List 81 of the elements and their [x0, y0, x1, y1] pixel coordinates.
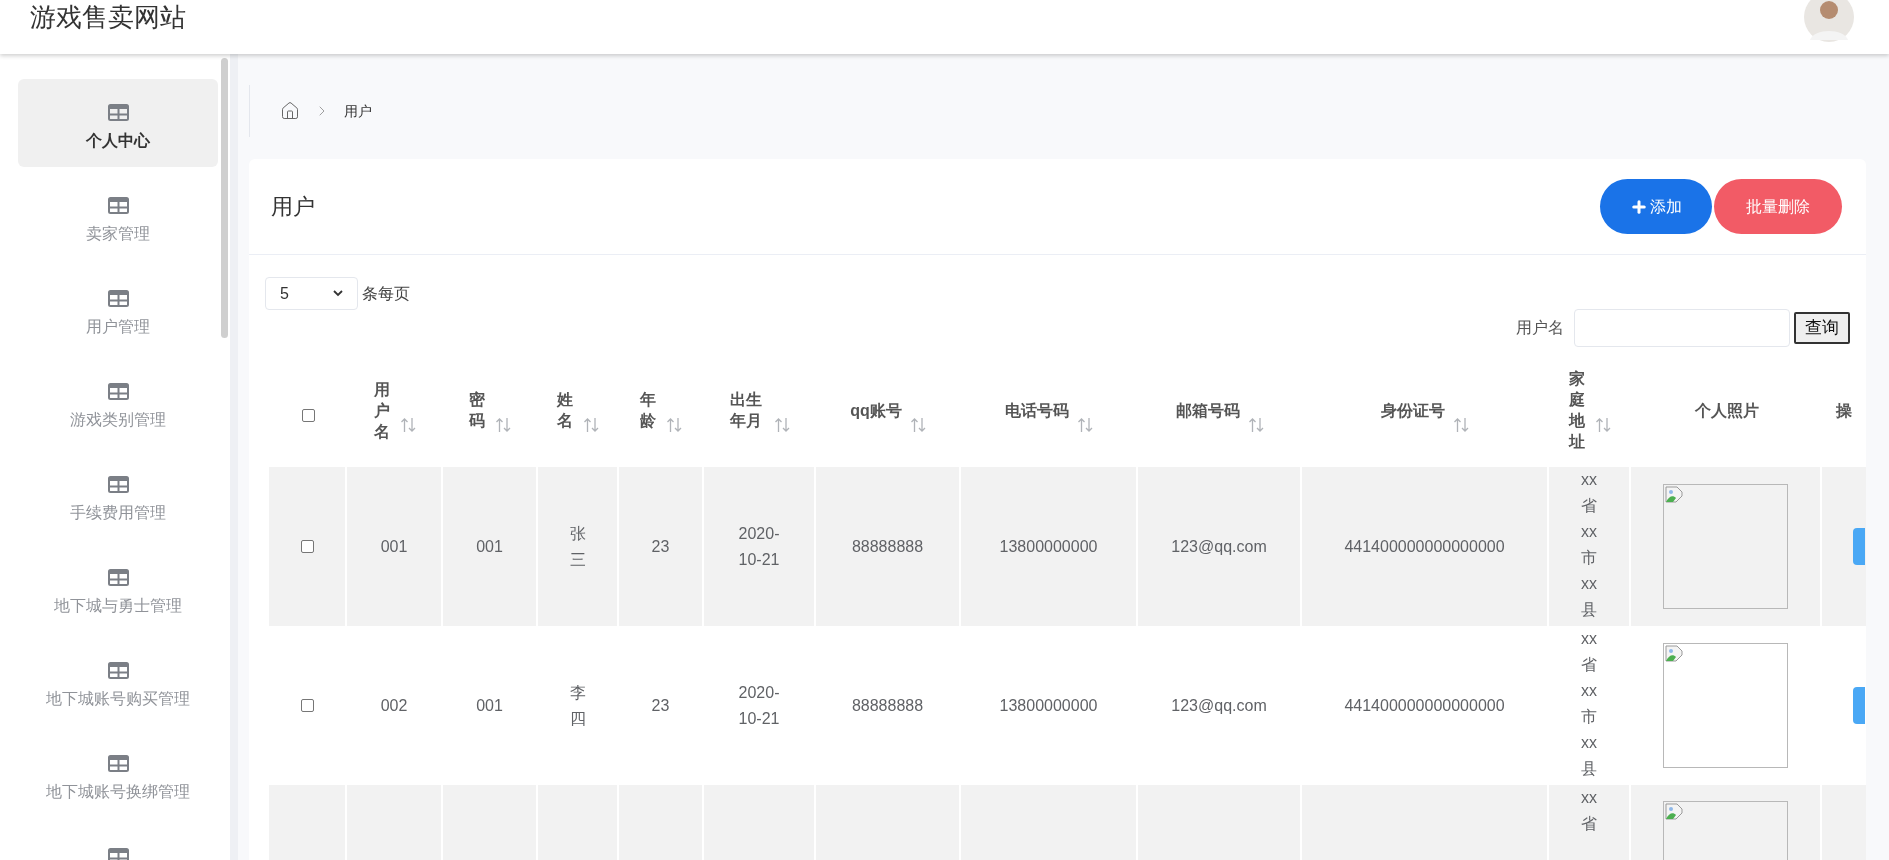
sidebar-item[interactable]: 地下城账号换绑管理: [18, 730, 218, 818]
batch-delete-button[interactable]: 批量删除: [1714, 179, 1842, 234]
checkbox[interactable]: [300, 699, 314, 712]
table-icon: [107, 383, 129, 400]
add-button[interactable]: 添加: [1600, 179, 1712, 234]
home-icon[interactable]: [280, 101, 300, 121]
sidebar-item[interactable]: 游戏类别管理: [18, 358, 218, 446]
table-cell-text: 23: [651, 695, 670, 716]
column-header: 邮箱号码: [1175, 400, 1240, 421]
avatar[interactable]: [1804, 0, 1854, 42]
checkbox[interactable]: [301, 408, 315, 422]
search-button[interactable]: 查询: [1794, 312, 1850, 344]
sort-icon[interactable]: [666, 417, 683, 433]
column-header: 用户名: [373, 379, 391, 442]
sidebar-item[interactable]: 用户管理: [18, 265, 218, 353]
table-cell-text: 13800000000: [999, 695, 1098, 716]
table-cell-text: 2020-10-21: [737, 523, 781, 570]
column-header: qq账号: [850, 400, 902, 421]
plus-icon: [1630, 197, 1648, 216]
sort-icon[interactable]: [495, 417, 512, 433]
broken-image-icon: [1665, 645, 1683, 663]
column-header: 姓名: [557, 390, 574, 431]
table-icon: [107, 662, 129, 679]
site-title: 游戏售卖网站: [30, 2, 186, 32]
table-cell-text: 李四: [568, 682, 587, 729]
table-cell-text: 23: [651, 536, 670, 557]
search-label: 用户名: [1516, 318, 1564, 338]
scrollbar-thumb[interactable]: [220, 58, 228, 338]
page-size-select[interactable]: 5: [265, 277, 358, 310]
broken-image-icon: [1665, 486, 1683, 504]
sidebar-item[interactable]: 个人中心: [18, 79, 218, 167]
sort-icon[interactable]: [773, 417, 791, 433]
breadcrumb-item[interactable]: 用户: [344, 100, 372, 122]
checkbox[interactable]: [300, 540, 314, 553]
table-icon: [107, 290, 129, 307]
table-cell-text: 001: [380, 536, 408, 557]
table-icon: [107, 104, 129, 121]
action-button[interactable]: [1853, 528, 1865, 565]
sidebar-item[interactable]: 手续费用管理: [18, 451, 218, 539]
table-cell-text: 441400000000000000: [1344, 695, 1505, 716]
table-icon: [107, 848, 129, 860]
table-cell-text: 002: [380, 695, 408, 716]
column-header: 密码: [469, 390, 486, 431]
table-cell-text: 88888888: [851, 536, 924, 557]
action-button[interactable]: [1853, 687, 1865, 724]
broken-image-icon: [1665, 803, 1683, 821]
column-header: 操: [1835, 400, 1852, 421]
sort-icon[interactable]: [1453, 417, 1470, 433]
table-cell-text: 123@qq.com: [1171, 536, 1267, 557]
table-icon: [107, 755, 129, 772]
table-icon: [107, 476, 129, 493]
column-header: 个人照片: [1694, 400, 1759, 421]
table-cell-text: 441400000000000000: [1344, 536, 1505, 557]
sort-icon[interactable]: [399, 417, 417, 433]
card-title: 用户: [271, 193, 315, 221]
table-cell-text: 张三: [568, 523, 587, 570]
table-cell-text: 123@qq.com: [1171, 695, 1267, 716]
column-header: 家庭地址: [1568, 369, 1586, 452]
table-icon: [107, 197, 129, 214]
sidebar-item[interactable]: 卖家管理: [18, 172, 218, 260]
column-header: 年龄: [640, 390, 657, 431]
column-header: 电话号码: [1005, 400, 1069, 421]
table-cell-text: 001: [476, 695, 503, 716]
caret-icon: [333, 290, 343, 297]
table-icon: [107, 569, 129, 586]
column-header: 出生年月: [729, 390, 763, 431]
sort-icon[interactable]: [1077, 417, 1094, 433]
table-cell-text: 2020-10-21: [737, 682, 781, 729]
sort-icon[interactable]: [1594, 417, 1612, 433]
sidebar-item[interactable]: 地下城与勇士管理: [18, 544, 218, 632]
sidebar-item[interactable]: 地下城账号购买管理: [18, 637, 218, 725]
search-field[interactable]: [1574, 309, 1790, 347]
sort-icon[interactable]: [1247, 417, 1265, 433]
column-header: 身份证号: [1381, 400, 1445, 421]
page-size-label: 条每页: [362, 283, 410, 304]
sort-icon[interactable]: [583, 417, 600, 433]
table-cell-text: 88888888: [851, 695, 924, 716]
table-cell-text: 001: [476, 536, 503, 557]
table-cell-text: 13800000000: [999, 536, 1098, 557]
sort-icon[interactable]: [909, 417, 927, 433]
table-cell-text: xx省: [1580, 788, 1598, 834]
